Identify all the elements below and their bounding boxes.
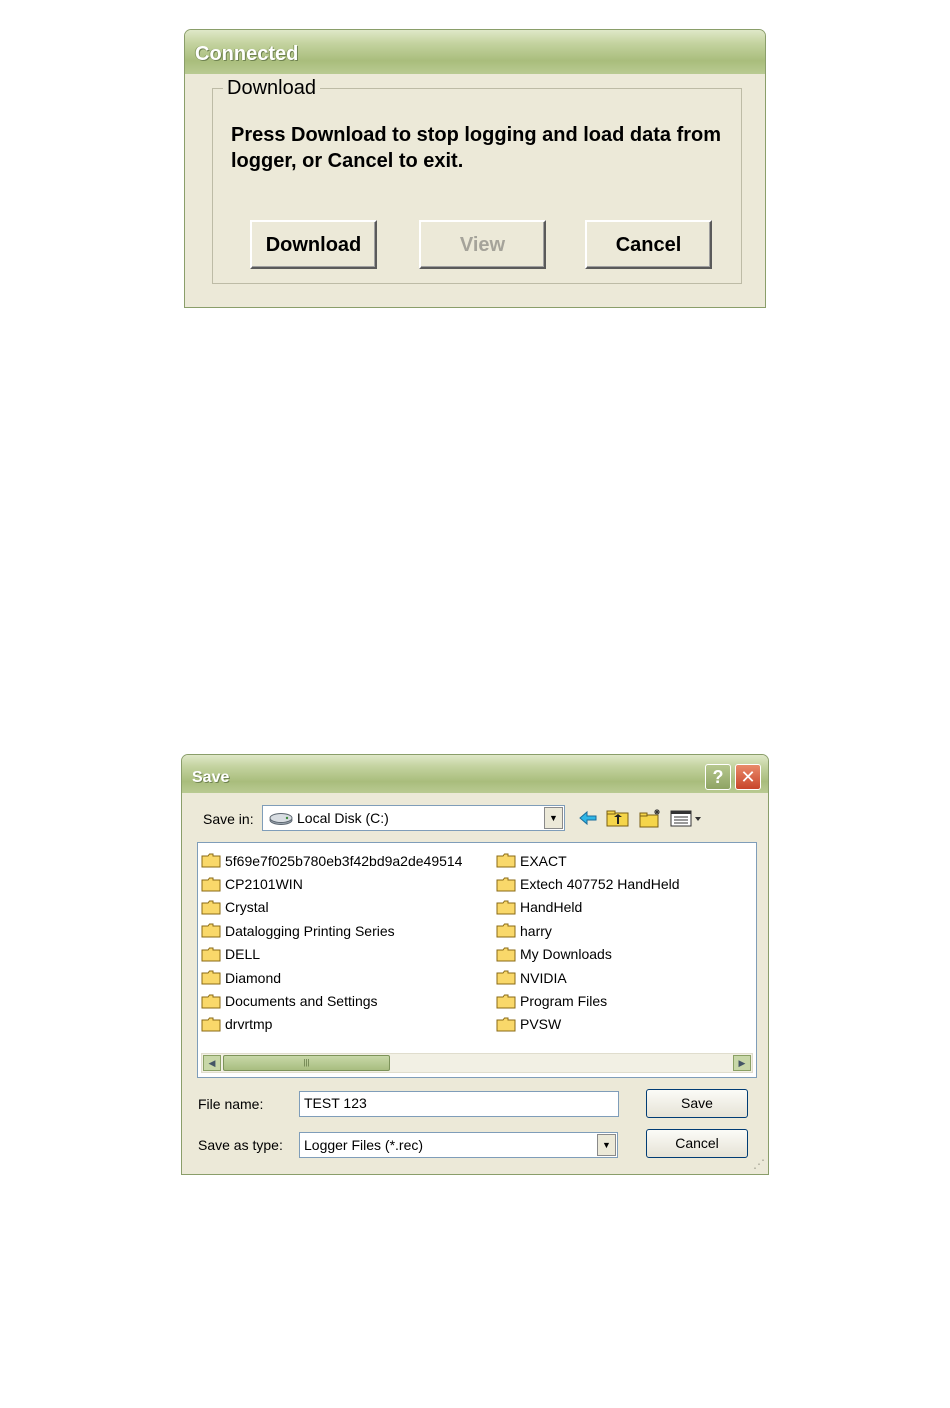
list-item-label: CP2101WIN — [225, 876, 303, 893]
cancel-button[interactable]: Cancel — [646, 1129, 748, 1158]
folder-icon — [496, 994, 516, 1009]
list-item[interactable]: NVIDIA — [496, 966, 680, 989]
chevron-down-icon[interactable]: ▼ — [597, 1134, 616, 1156]
save-type-label: Save as type: — [198, 1137, 283, 1153]
folder-icon — [496, 947, 516, 962]
cancel-button[interactable]: Cancel — [585, 220, 712, 269]
help-icon[interactable]: ? — [705, 764, 731, 790]
save-in-dropdown[interactable]: Local Disk (C:) ▼ — [262, 805, 565, 831]
download-group-label: Download — [223, 77, 320, 100]
folder-icon — [201, 877, 221, 892]
folder-icon — [496, 923, 516, 938]
folder-icon — [201, 1017, 221, 1032]
list-item[interactable]: PVSW — [496, 1013, 680, 1036]
save-dialog: Save ? ✕ Save in: Local Disk (C:) ▼ 5f69… — [181, 754, 769, 1175]
list-item[interactable]: Crystal — [201, 896, 462, 919]
download-message: Press Download to stop logging and load … — [231, 124, 722, 172]
up-folder-icon[interactable] — [606, 808, 630, 828]
list-item[interactable]: Datalogging Printing Series — [201, 919, 462, 942]
list-item[interactable]: Extech 407752 HandHeld — [496, 872, 680, 895]
list-item[interactable]: harry — [496, 919, 680, 942]
list-item[interactable]: Program Files — [496, 989, 680, 1012]
folder-icon — [496, 1017, 516, 1032]
folder-icon — [201, 970, 221, 985]
list-item-label: NVIDIA — [520, 969, 567, 986]
folder-icon — [201, 900, 221, 915]
list-item-label: Documents and Settings — [225, 993, 378, 1010]
list-item[interactable]: CP2101WIN — [201, 872, 462, 895]
list-item-label: Crystal — [225, 899, 269, 916]
folder-column-right: EXACT Extech 407752 HandHeld HandHeld ha… — [496, 849, 680, 1036]
list-item-label: HandHeld — [520, 899, 583, 916]
scroll-right-icon[interactable]: ▶ — [733, 1055, 751, 1071]
save-in-value: Local Disk (C:) — [297, 810, 389, 826]
list-item-label: drvrtmp — [225, 1016, 273, 1033]
folder-icon — [496, 877, 516, 892]
chevron-down-icon[interactable]: ▼ — [544, 807, 563, 829]
save-button[interactable]: Save — [646, 1089, 748, 1118]
list-item-label: harry — [520, 922, 552, 939]
folder-icon — [201, 923, 221, 938]
folder-icon — [496, 853, 516, 868]
resize-grip-icon[interactable]: ⋰ — [753, 1157, 765, 1171]
list-item[interactable]: My Downloads — [496, 943, 680, 966]
hard-disk-icon — [269, 813, 293, 825]
save-title: Save — [192, 769, 230, 786]
list-item-label: Datalogging Printing Series — [225, 922, 395, 939]
scroll-left-icon[interactable]: ◀ — [203, 1055, 221, 1071]
connected-title: Connected — [195, 43, 299, 65]
download-button[interactable]: Download — [250, 220, 377, 269]
view-menu-icon[interactable] — [670, 808, 706, 828]
save-type-value: Logger Files (*.rec) — [304, 1137, 424, 1153]
folder-icon — [201, 994, 221, 1009]
folder-column-left: 5f69e7f025b780eb3f42bd9a2de49514 CP2101W… — [201, 849, 462, 1036]
folder-icon — [201, 947, 221, 962]
list-item[interactable]: 5f69e7f025b780eb3f42bd9a2de49514 — [201, 849, 462, 872]
list-item-label: EXACT — [520, 852, 567, 869]
view-button: View — [419, 220, 546, 269]
list-item-label: Program Files — [520, 993, 608, 1010]
list-item-label: DELL — [225, 946, 261, 963]
list-item[interactable]: EXACT — [496, 849, 680, 872]
list-item[interactable]: Documents and Settings — [201, 989, 462, 1012]
save-title-bar[interactable]: Save ? ✕ — [182, 755, 768, 793]
folder-icon — [496, 900, 516, 915]
list-item-label: 5f69e7f025b780eb3f42bd9a2de49514 — [225, 852, 463, 869]
connected-title-bar[interactable]: Connected — [185, 30, 765, 74]
horizontal-scrollbar[interactable]: ◀ ||| ▶ — [201, 1053, 753, 1073]
list-item[interactable]: DELL — [201, 943, 462, 966]
close-icon[interactable]: ✕ — [735, 764, 761, 790]
folder-icon — [201, 853, 221, 868]
folder-icon — [496, 970, 516, 985]
save-type-dropdown[interactable]: Logger Files (*.rec) ▼ — [299, 1132, 618, 1158]
back-icon[interactable] — [578, 808, 598, 828]
list-item[interactable]: drvrtmp — [201, 1013, 462, 1036]
save-in-label: Save in: — [203, 811, 254, 827]
list-item[interactable]: Diamond — [201, 966, 462, 989]
file-name-label: File name: — [198, 1096, 264, 1112]
new-folder-icon[interactable] — [639, 808, 663, 828]
scroll-thumb[interactable]: ||| — [223, 1055, 390, 1071]
list-item-label: Extech 407752 HandHeld — [520, 876, 680, 893]
file-name-input[interactable]: TEST 123 — [299, 1091, 619, 1117]
connected-dialog: Connected Download Press Download to sto… — [184, 29, 766, 308]
list-item-label: My Downloads — [520, 946, 612, 963]
list-item[interactable]: HandHeld — [496, 896, 680, 919]
list-item-label: PVSW — [520, 1016, 562, 1033]
file-list[interactable]: 5f69e7f025b780eb3f42bd9a2de49514 CP2101W… — [197, 842, 757, 1078]
list-item-label: Diamond — [225, 969, 282, 986]
